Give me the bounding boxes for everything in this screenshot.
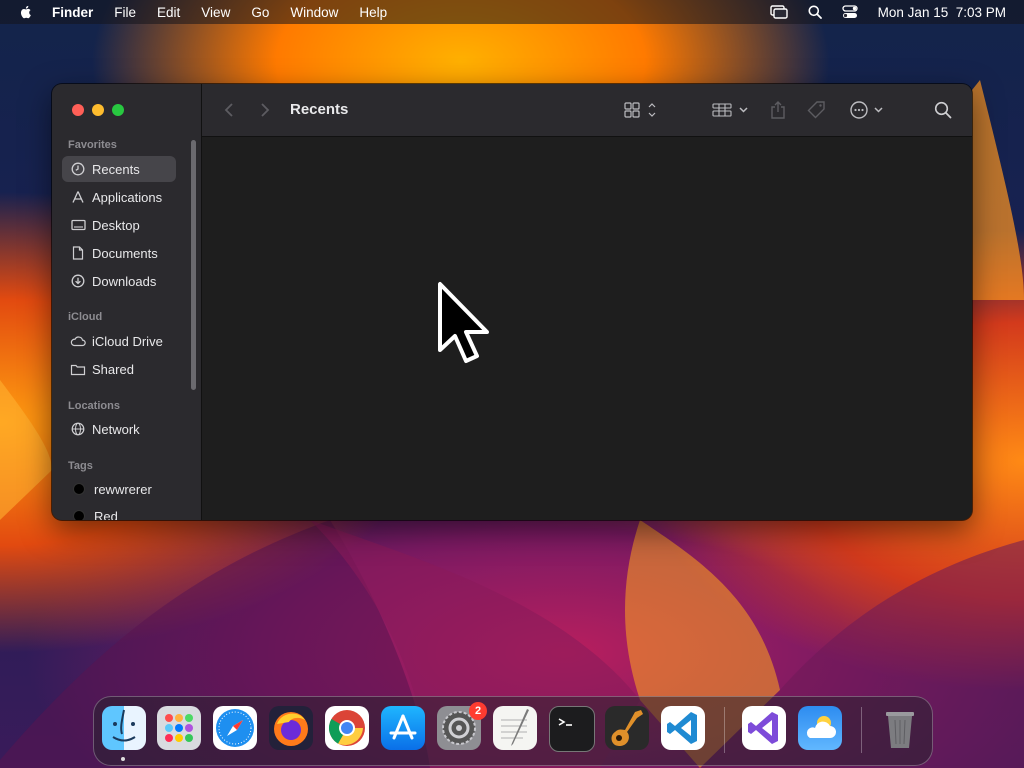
menu-edit[interactable]: Edit bbox=[157, 5, 180, 20]
back-button[interactable] bbox=[224, 98, 234, 122]
share-button[interactable] bbox=[770, 98, 786, 122]
finder-sidebar: Favorites Recents Applications Desktop D… bbox=[52, 84, 202, 520]
desktop-icon bbox=[70, 217, 86, 233]
close-window-button[interactable] bbox=[72, 104, 84, 116]
sidebar-heading-locations: Locations bbox=[68, 400, 120, 412]
spotlight-search-icon[interactable] bbox=[808, 5, 822, 19]
action-menu-button[interactable] bbox=[849, 98, 885, 122]
sidebar-heading-tags: Tags bbox=[68, 460, 93, 472]
clock-icon bbox=[70, 161, 86, 177]
window-title: Recents bbox=[290, 101, 349, 118]
menu-file[interactable]: File bbox=[114, 5, 136, 20]
globe-icon bbox=[70, 421, 86, 437]
tag-color-dot bbox=[73, 483, 85, 495]
dock-finder-icon[interactable] bbox=[102, 706, 146, 750]
sidebar-item-label: iCloud Drive bbox=[92, 333, 163, 349]
menu-app-finder[interactable]: Finder bbox=[52, 5, 93, 20]
sidebar-item-icloud-drive[interactable]: iCloud Drive bbox=[62, 328, 176, 354]
cloud-icon bbox=[70, 333, 86, 349]
menu-view[interactable]: View bbox=[201, 5, 230, 20]
search-button[interactable] bbox=[934, 98, 952, 122]
sidebar-item-recents[interactable]: Recents bbox=[62, 156, 176, 182]
sidebar-item-documents[interactable]: Documents bbox=[62, 240, 176, 266]
sidebar-heading-favorites: Favorites bbox=[68, 139, 117, 151]
finder-main-pane: Recents bbox=[202, 84, 972, 520]
sidebar-item-applications[interactable]: Applications bbox=[62, 184, 176, 210]
menu-bar: Finder File Edit View Go Window Help Mon… bbox=[0, 0, 1024, 24]
window-controls bbox=[72, 104, 124, 116]
sidebar-item-label: Recents bbox=[92, 161, 140, 177]
sidebar-item-label: Documents bbox=[92, 245, 158, 261]
sidebar-tag-rewwrerer[interactable]: rewwrerer bbox=[62, 476, 176, 502]
dock-app-store-icon[interactable] bbox=[381, 706, 425, 750]
share-icon bbox=[771, 101, 785, 119]
dock-visual-studio-icon[interactable] bbox=[742, 706, 786, 750]
finder-running-indicator bbox=[121, 757, 125, 761]
notification-badge: 2 bbox=[469, 702, 487, 720]
document-icon bbox=[70, 245, 86, 261]
forward-button[interactable] bbox=[260, 98, 270, 122]
menu-window[interactable]: Window bbox=[290, 5, 338, 20]
dock-system-settings-icon[interactable]: 2 bbox=[437, 702, 487, 750]
dock-textedit-icon[interactable] bbox=[493, 706, 537, 750]
applications-icon bbox=[70, 189, 86, 205]
dock-trash-icon[interactable] bbox=[878, 706, 922, 750]
sidebar-tag-red[interactable]: Red bbox=[62, 503, 176, 520]
sidebar-item-downloads[interactable]: Downloads bbox=[62, 268, 176, 294]
tags-button[interactable] bbox=[807, 98, 827, 122]
dock-chrome-icon[interactable] bbox=[325, 706, 369, 750]
dock: 2 bbox=[93, 696, 933, 766]
tag-color-dot bbox=[73, 510, 85, 520]
sidebar-heading-icloud: iCloud bbox=[68, 311, 103, 323]
icon-view-grid-icon bbox=[624, 102, 656, 118]
dock-terminal-icon[interactable] bbox=[549, 706, 595, 752]
view-mode-button[interactable] bbox=[624, 98, 658, 122]
mouse-pointer-icon bbox=[438, 282, 489, 363]
finder-toolbar: Recents bbox=[202, 84, 972, 137]
control-center-icon[interactable] bbox=[842, 5, 858, 19]
ellipsis-circle-icon bbox=[850, 101, 883, 119]
dock-garageband-icon[interactable] bbox=[605, 706, 649, 750]
dock-firefox-icon[interactable] bbox=[269, 706, 313, 750]
tag-icon bbox=[807, 101, 825, 119]
sidebar-item-label: Downloads bbox=[92, 273, 157, 289]
sidebar-item-desktop[interactable]: Desktop bbox=[62, 212, 176, 238]
screen-mirroring-icon[interactable] bbox=[769, 5, 788, 19]
chevron-right-icon bbox=[261, 103, 270, 117]
sidebar-item-label: Network bbox=[92, 421, 140, 437]
minimize-window-button[interactable] bbox=[92, 104, 104, 116]
dock-separator bbox=[861, 707, 862, 753]
sidebar-item-shared[interactable]: Shared bbox=[62, 356, 176, 382]
sidebar-item-label: Red bbox=[94, 508, 118, 521]
dock-separator bbox=[724, 707, 725, 753]
shared-folder-icon bbox=[70, 361, 86, 377]
group-by-button[interactable] bbox=[712, 98, 750, 122]
menu-help[interactable]: Help bbox=[359, 5, 387, 20]
group-grid-icon bbox=[712, 103, 748, 117]
download-icon bbox=[70, 273, 86, 289]
menu-go[interactable]: Go bbox=[251, 5, 269, 20]
sidebar-item-label: rewwrerer bbox=[94, 481, 152, 497]
menubar-clock[interactable]: Mon Jan 15 7:03 PM bbox=[878, 5, 1006, 20]
search-icon bbox=[934, 101, 952, 119]
zoom-window-button[interactable] bbox=[112, 104, 124, 116]
file-list-area[interactable] bbox=[202, 137, 972, 520]
chevron-left-icon bbox=[224, 103, 233, 117]
sidebar-item-label: Applications bbox=[92, 189, 163, 205]
sidebar-item-network[interactable]: Network bbox=[62, 416, 176, 442]
sidebar-item-label: Desktop bbox=[92, 217, 140, 233]
apple-logo-icon[interactable] bbox=[18, 4, 34, 20]
dock-launchpad-icon[interactable] bbox=[157, 706, 201, 750]
dock-vscode-icon[interactable] bbox=[661, 706, 705, 750]
sidebar-scrollbar[interactable] bbox=[191, 140, 196, 390]
finder-window: Favorites Recents Applications Desktop D… bbox=[52, 84, 972, 520]
sidebar-item-label: Shared bbox=[92, 361, 134, 377]
dock-safari-icon[interactable] bbox=[213, 706, 257, 750]
dock-weather-icon[interactable] bbox=[798, 706, 842, 750]
